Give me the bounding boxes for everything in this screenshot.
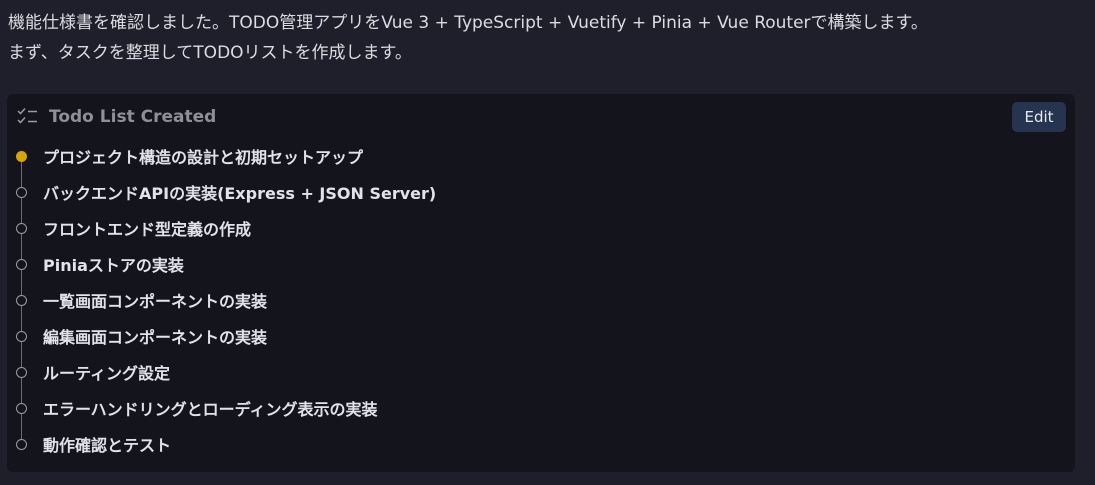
assistant-message: 機能仕様書を確認しました。TODO管理アプリをVue 3 + TypeScrip… [8,8,1083,68]
message-line-1: 機能仕様書を確認しました。TODO管理アプリをVue 3 + TypeScrip… [8,13,928,33]
todo-item-label: Piniaストアの実装 [43,256,184,275]
todo-card-title: Todo List Created [49,107,217,127]
todo-item: フロントエンド型定義の作成 [7,210,1075,246]
todo-card-header: Todo List Created [17,106,216,128]
todo-item: バックエンドAPIの実装(Express + JSON Server) [7,174,1075,210]
todo-item-label: 動作確認とテスト [43,436,172,455]
message-line-2: まず、タスクを整理してTODOリストを作成します。 [8,43,412,63]
edit-button[interactable]: Edit [1012,102,1066,132]
todo-item: ルーティング設定 [7,354,1075,390]
pending-circle-icon [16,223,27,234]
todo-item-label: 編集画面コンポーネントの実装 [43,328,268,347]
todo-item-label: エラーハンドリングとローディング表示の実装 [43,400,378,419]
todo-list-card: Todo List Created Edit プロジェクト構造の設計と初期セット… [7,94,1075,472]
todo-item: 動作確認とテスト [7,426,1075,462]
todo-item-label: フロントエンド型定義の作成 [43,220,252,239]
pending-circle-icon [16,187,27,198]
pending-circle-icon [16,403,27,414]
pending-circle-icon [16,259,27,270]
todo-item-label: ルーティング設定 [43,364,171,383]
pending-circle-icon [16,367,27,378]
in-progress-dot-icon [16,151,27,162]
todo-item: プロジェクト構造の設計と初期セットアップ [7,138,1075,174]
todo-item: 編集画面コンポーネントの実装 [7,318,1075,354]
todo-list: プロジェクト構造の設計と初期セットアップ バックエンドAPIの実装(Expres… [7,138,1075,462]
pending-circle-icon [16,295,27,306]
todo-item-label: プロジェクト構造の設計と初期セットアップ [43,148,364,167]
todo-item-label: 一覧画面コンポーネントの実装 [43,292,268,311]
pending-circle-icon [16,331,27,342]
todo-item: 一覧画面コンポーネントの実装 [7,282,1075,318]
todo-item-label: バックエンドAPIの実装(Express + JSON Server) [43,184,437,203]
pending-circle-icon [16,439,27,450]
todo-item: エラーハンドリングとローディング表示の実装 [7,390,1075,426]
todo-item: Piniaストアの実装 [7,246,1075,282]
checklist-icon [17,107,39,127]
